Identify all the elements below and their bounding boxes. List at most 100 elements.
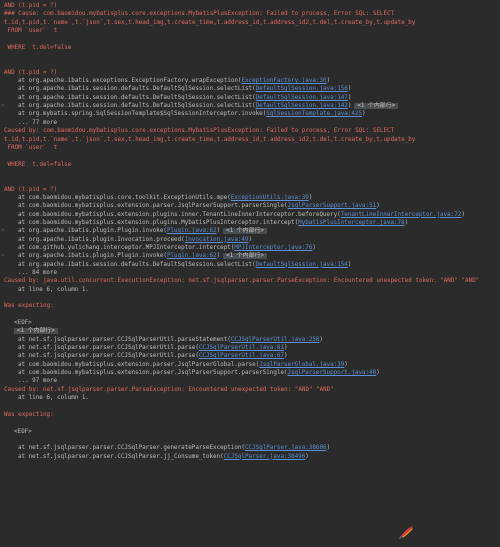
log-text: AND (t.pid = ?) bbox=[4, 69, 58, 76]
stack-frame-text: ) bbox=[376, 203, 380, 210]
stack-frame-text: at org.apache.ibatis.session.defaults.De… bbox=[18, 261, 256, 268]
stack-frame-text: at com.github.yulichang.interceptor.MPJI… bbox=[18, 244, 235, 251]
console-line: <EOF> bbox=[0, 319, 500, 327]
collapsed-frames-button[interactable]: <1 个内部行> bbox=[14, 328, 58, 335]
log-text: Was expecting: bbox=[4, 411, 54, 418]
stack-frame-text: ) bbox=[216, 253, 221, 260]
stack-frame-text: at com.baomidou.mybatisplus.core.toolkit… bbox=[18, 194, 231, 201]
console-line: › at org.apache.ibatis.plugin.Plugin.invo… bbox=[0, 252, 500, 260]
source-link[interactable]: Invocation.java:49 bbox=[185, 237, 249, 243]
log-text: ### Cause: com.baomidou.mybatisplus.core… bbox=[4, 11, 395, 18]
stack-frame-text: ... 77 more bbox=[18, 119, 58, 126]
console-line: WHERE t.del=false bbox=[0, 44, 500, 52]
stack-frame-text: ) bbox=[326, 78, 331, 85]
log-text: Caused by: java.util.concurrent.Executio… bbox=[4, 278, 480, 285]
stack-frame-text: at com.baomidou.mybatisplus.extension.pl… bbox=[18, 211, 341, 218]
console-line: at org.mybatis.spring.SqlSessionTemplate… bbox=[0, 110, 500, 118]
stack-frame-text: ) bbox=[347, 261, 352, 268]
stack-frame-text: at line 6, column 1. bbox=[18, 395, 89, 402]
source-link[interactable]: CCJSqlParserUtil.java:258 bbox=[231, 337, 320, 343]
stack-frame-text: ) bbox=[461, 211, 465, 218]
collapsed-frames-button[interactable]: <1 个内部行> bbox=[223, 253, 267, 260]
stack-frame-text: ) bbox=[319, 336, 324, 343]
source-link[interactable]: Plugin.java:62 bbox=[167, 253, 217, 259]
log-text: t.id,t.pid,t.`name`,t.`json`,t.sex,t.hea… bbox=[4, 19, 416, 26]
stack-frame-text: at net.sf.jsqlparser.parser.CCJSqlParser… bbox=[18, 345, 199, 352]
chevron-right-icon[interactable]: › bbox=[1, 102, 5, 110]
source-link[interactable]: CCJSqlParser.java:38496 bbox=[224, 454, 306, 460]
collapsed-frames-button[interactable]: <1 个内部行> bbox=[223, 228, 267, 235]
stack-frame-text: ) bbox=[326, 445, 331, 452]
console-line: at com.baomidou.mybatisplus.extension.pl… bbox=[0, 211, 500, 219]
source-link[interactable]: CCJSqlParser.java:38606 bbox=[245, 445, 327, 451]
stack-frame-text: at org.apache.ibatis.exceptions.Exceptio… bbox=[18, 78, 242, 85]
stack-frame-text: at net.sf.jsqlparser.parser.CCJSqlParser… bbox=[18, 353, 199, 360]
log-text: FROM `user` t bbox=[4, 144, 58, 151]
collapsed-frames-button[interactable]: <1 个内部行> bbox=[354, 103, 399, 110]
stack-frame-text: ) bbox=[362, 111, 366, 118]
stack-frame-text: ) bbox=[305, 453, 309, 460]
console-line: ... 84 more bbox=[0, 269, 500, 277]
log-text: <EOF> bbox=[14, 428, 32, 435]
console-line: › at org.apache.ibatis.plugin.Plugin.invo… bbox=[0, 227, 500, 235]
source-link[interactable]: DefaultSqlSession.java:147 bbox=[256, 95, 348, 101]
chevron-right-icon[interactable]: › bbox=[1, 227, 5, 235]
console-line: at net.sf.jsqlparser.parser.CCJSqlParser… bbox=[0, 453, 500, 461]
console-line: at com.baomidou.mybatisplus.extension.pa… bbox=[0, 369, 500, 377]
stack-frame-text: ) bbox=[347, 94, 352, 101]
source-link[interactable]: CCJSqlParserUtil.java:81 bbox=[199, 345, 284, 351]
source-link[interactable]: ExceptionFactory.java:30 bbox=[241, 78, 326, 84]
source-link[interactable]: Plugin.java:62 bbox=[167, 228, 217, 234]
source-link[interactable]: MybatisPlusInterceptor.java:78 bbox=[298, 220, 404, 226]
log-text: t.id,t.pid,t.`name`,t.`json`,t.sex,t.hea… bbox=[4, 136, 416, 143]
log-text: WHERE t.del=false bbox=[4, 44, 72, 51]
stack-frame-text: at com.baomidou.mybatisplus.extension.pa… bbox=[18, 203, 288, 210]
source-link[interactable]: JsqlParserSupport.java:51 bbox=[288, 203, 377, 209]
console-line: Caused by: java.util.concurrent.Executio… bbox=[0, 277, 500, 285]
stack-frame-text: ) bbox=[312, 244, 316, 251]
source-link[interactable]: TenantLineInnerInterceptor.java:72 bbox=[341, 212, 462, 218]
console-line: at net.sf.jsqlparser.parser.CCJSqlParser… bbox=[0, 344, 500, 352]
console-line: Was expecting: bbox=[0, 302, 500, 310]
log-text: Was expecting: bbox=[4, 303, 54, 310]
stack-frame-text: at net.sf.jsqlparser.parser.CCJSqlParser… bbox=[18, 453, 224, 460]
console-line: Was expecting: bbox=[0, 411, 500, 419]
console-line: at line 6, column 1. bbox=[0, 394, 500, 402]
log-text: FROM `user` t bbox=[4, 28, 58, 35]
console-line: at com.github.yulichang.interceptor.MPJI… bbox=[0, 244, 500, 252]
console-line: FROM `user` t bbox=[0, 144, 500, 152]
console-line: <1 个内部行> bbox=[0, 327, 500, 335]
stack-frame-text: ) bbox=[347, 86, 352, 93]
source-link[interactable]: ExceptionUtils.java:39 bbox=[231, 195, 309, 201]
source-link[interactable]: JsqlParserSupport.java:48 bbox=[288, 370, 377, 376]
stack-frame-text: at org.apache.ibatis.session.defaults.De… bbox=[18, 94, 256, 101]
console-output: AND (t.pid = ?) ### Cause: com.baomidou.m… bbox=[0, 0, 500, 461]
chevron-right-icon[interactable]: › bbox=[1, 252, 5, 260]
source-link[interactable]: DefaultSqlSession.java:142 bbox=[256, 103, 348, 109]
console-line: t.id,t.pid,t.`name`,t.`json`,t.sex,t.hea… bbox=[0, 136, 500, 144]
stack-frame-text: at com.baomidou.mybatisplus.extension.pa… bbox=[18, 361, 260, 368]
source-link[interactable]: CCJSqlParserUtil.java:67 bbox=[199, 353, 284, 359]
console-line: at com.baomidou.mybatisplus.extension.pl… bbox=[0, 219, 500, 227]
source-link[interactable]: DefaultSqlSession.java:156 bbox=[256, 86, 348, 92]
stack-frame-text: at org.apache.ibatis.session.defaults.De… bbox=[18, 86, 256, 93]
console-line: at org.apache.ibatis.exceptions.Exceptio… bbox=[0, 77, 500, 85]
console-line: AND (t.pid = ?) bbox=[0, 69, 500, 77]
source-link[interactable]: SqlSessionTemplate.java:425 bbox=[266, 111, 362, 117]
source-link[interactable]: JsqlParserGlobal.java:39 bbox=[259, 362, 344, 368]
console-line: at net.sf.jsqlparser.parser.CCJSqlParser… bbox=[0, 352, 500, 360]
stack-frame-text: ) bbox=[344, 361, 348, 368]
console-line: Caused by: net.sf.jsqlparser.parser.Pars… bbox=[0, 386, 500, 394]
console-line: at org.apache.ibatis.plugin.Invocation.p… bbox=[0, 236, 500, 244]
console-line: at org.apache.ibatis.session.defaults.De… bbox=[0, 94, 500, 102]
stack-frame-text: ) bbox=[404, 219, 409, 226]
stack-frame-text: ... 84 more bbox=[18, 270, 58, 276]
source-link[interactable]: MPJInterceptor.java:76 bbox=[234, 245, 312, 251]
source-link[interactable]: DefaultSqlSession.java:154 bbox=[256, 262, 348, 268]
